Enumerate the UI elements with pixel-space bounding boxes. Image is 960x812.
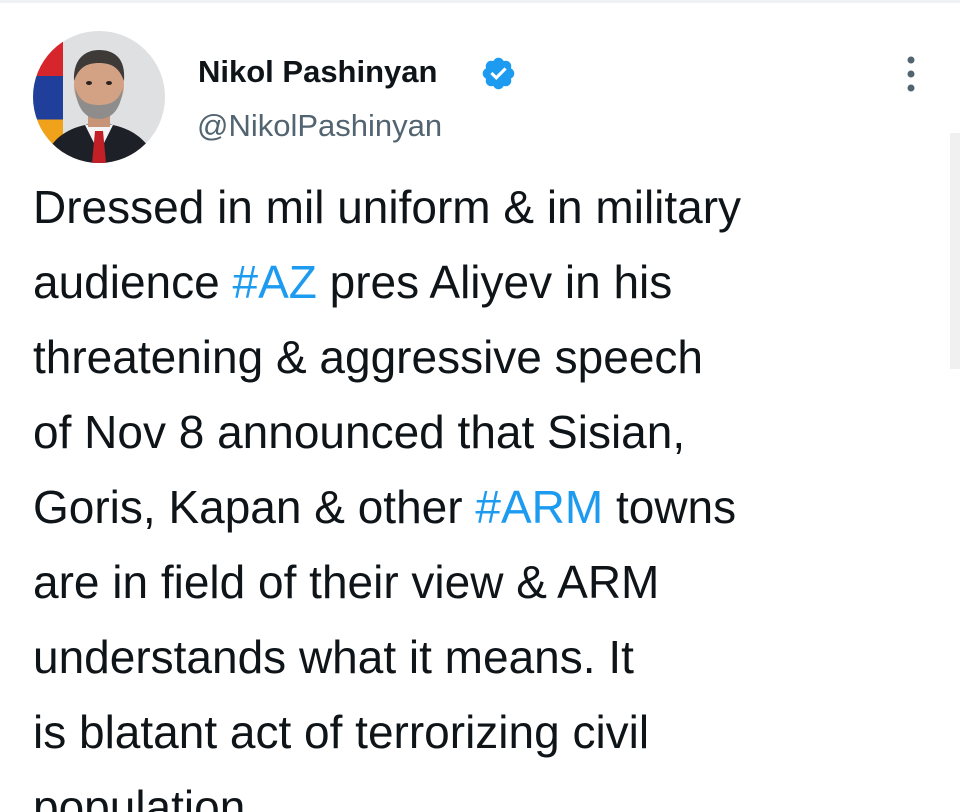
- tweet-line: Goris, Kapan & other #ARM towns: [33, 470, 938, 545]
- tweet-line: is blatant act of terrorizing civil: [33, 706, 650, 758]
- tweet-line: threatening & aggressive speech: [33, 331, 703, 383]
- scrollbar[interactable]: [950, 133, 960, 369]
- tweet-line: are in field of their view & ARM: [33, 556, 660, 608]
- tweet-line: population.: [33, 781, 259, 812]
- hashtag-arm-link[interactable]: #ARM: [475, 481, 603, 533]
- tweet-text: Dressed in mil uniform & in military aud…: [33, 170, 938, 812]
- tweet-text-segment: Goris, Kapan & other: [33, 481, 476, 533]
- hashtag-az-link[interactable]: #AZ: [233, 256, 317, 308]
- tweet-text-segment: pres Aliyev in his: [316, 256, 673, 308]
- tweet-line: Dressed in mil uniform & in military: [33, 181, 742, 233]
- verified-badge-icon: [482, 57, 515, 90]
- tweet-line: of Nov 8 announced that Sisian,: [33, 406, 686, 458]
- author-handle[interactable]: @NikolPashinyan: [197, 106, 442, 146]
- tweet-text-segment: audience: [33, 256, 233, 308]
- tweet-line: audience #AZ pres Aliyev in his: [33, 245, 938, 320]
- tweet-text-segment: towns: [603, 481, 737, 533]
- top-divider: [0, 0, 960, 3]
- avatar[interactable]: [33, 31, 165, 163]
- author-name[interactable]: Nikol Pashinyan: [198, 52, 437, 92]
- tweet-line: understands what it means. It: [33, 631, 634, 683]
- more-options-icon[interactable]: [896, 50, 926, 98]
